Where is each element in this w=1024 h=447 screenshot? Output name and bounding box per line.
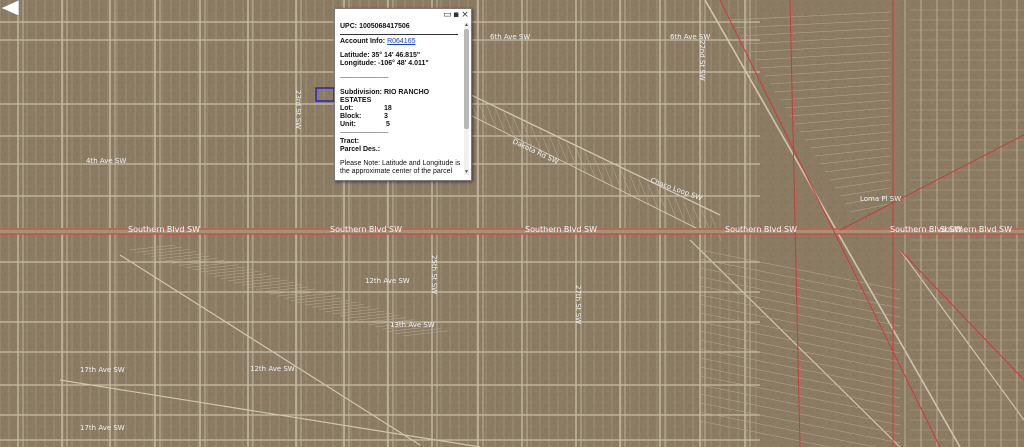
street-label: 4th Ave SW: [86, 157, 126, 165]
dash-divider: --------------------------------: [340, 75, 388, 81]
upc-label: UPC:: [340, 23, 358, 30]
aerial-parcel-map[interactable]: Southern Blvd SW Southern Blvd SW Southe…: [0, 0, 1024, 447]
street-label: Southern Blvd SW: [330, 225, 402, 234]
longitude-row: Longitude: -106° 48' 4.011": [340, 60, 462, 68]
scrollbar-thumb[interactable]: [464, 29, 469, 129]
street-label: Southern Blvd SW: [525, 225, 597, 234]
block-row: Block: 3: [340, 113, 462, 121]
longitude-value: -106° 48' 4.011": [378, 60, 429, 67]
street-label: Southern Blvd SW: [128, 225, 200, 234]
street-label: 17th Ave SW: [80, 366, 125, 374]
street-label: 27th St SW: [574, 285, 582, 324]
unit-value: 5: [386, 121, 390, 128]
block-label: Block:: [340, 113, 362, 120]
scroll-down-icon[interactable]: ▼: [464, 170, 469, 175]
scroll-up-icon[interactable]: ▲: [464, 23, 469, 28]
popup-pointer: [0, 0, 20, 16]
divider-line: [340, 34, 458, 35]
street-label: Loma Pl SW: [860, 195, 901, 203]
latitude-value: 35° 14' 46.815": [371, 52, 421, 59]
close-icon[interactable]: ×: [461, 11, 469, 20]
latitude-label: Latitude:: [340, 52, 370, 59]
popup-content: UPC: 1005068417506 Account Info: R064165…: [340, 23, 462, 175]
street-label: 22nd St SW: [698, 40, 706, 81]
maximize-icon[interactable]: ▪: [452, 11, 460, 20]
block-value: 3: [384, 113, 388, 120]
street-label: 25th St SW: [430, 255, 438, 294]
lot-row: Lot: 18: [340, 105, 462, 113]
lot-value: 18: [384, 105, 392, 112]
tract-label: Tract:: [340, 138, 360, 145]
street-label: 12th Ave SW: [365, 277, 410, 285]
parcel-info-popup[interactable]: ▭ ▪ × UPC: 1005068417506 Account Info: R…: [334, 8, 472, 181]
street-label: 17th Ave SW: [80, 424, 125, 432]
latitude-row: Latitude: 35° 14' 46.815": [340, 52, 462, 60]
street-label: Southern Blvd SW: [725, 225, 797, 234]
dash-divider: --------------------------------: [340, 130, 388, 136]
account-row: Account Info: R064165: [340, 38, 462, 46]
account-label: Account Info:: [340, 38, 386, 45]
minimize-icon[interactable]: ▭: [443, 11, 452, 20]
subdivision-label: Subdivision:: [340, 89, 382, 96]
lot-label: Lot:: [340, 105, 354, 112]
upc-value: 1005068417506: [359, 23, 410, 30]
parcel-des-label: Parcel Des.:: [340, 146, 381, 153]
popup-titlebar: ▭ ▪ ×: [335, 9, 471, 21]
longitude-label: Longitude:: [340, 60, 377, 67]
account-link[interactable]: R064165: [387, 38, 415, 45]
unit-row: Unit: 5: [340, 121, 462, 129]
popup-scrollbar[interactable]: ▲ ▼: [464, 23, 469, 175]
upc-row: UPC: 1005068417506: [340, 23, 462, 31]
unit-label: Unit:: [340, 121, 356, 128]
terrain-background: [0, 0, 1024, 447]
map-canvas[interactable]: Southern Blvd SW Southern Blvd SW Southe…: [0, 0, 1024, 447]
street-label: 12th Ave SW: [250, 365, 295, 373]
street-label: 6th Ave SW: [490, 33, 530, 41]
coordinate-note: Please Note: Latitude and Longitude is t…: [340, 160, 461, 175]
street-label: 23rd St SW: [294, 90, 302, 129]
subdivision-row: Subdivision: RIO RANCHO ESTATES: [340, 89, 462, 105]
street-label: 13th Ave SW: [390, 321, 435, 329]
street-label: Southern Blvd SW: [940, 225, 1012, 234]
